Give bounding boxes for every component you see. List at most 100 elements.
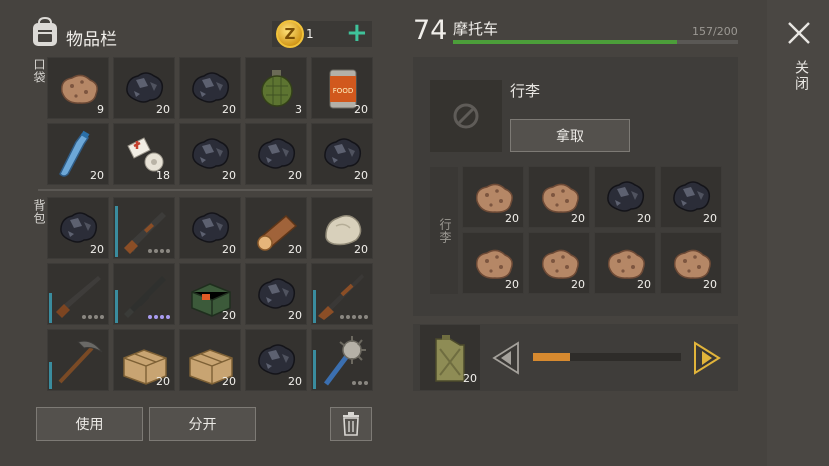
pocket-slot[interactable]: 20 [245,123,307,185]
item-count: 20 [156,103,170,116]
upgrade-dots [148,249,170,253]
pocket-slot[interactable]: 20 [179,123,241,185]
pocket-slot[interactable]: 3 [245,57,307,119]
item-count: 20 [288,243,302,256]
durability-bar [49,362,52,389]
pocket-slot[interactable]: FOOD 20 [311,57,373,119]
pocket-slot[interactable]: 20 [113,57,175,119]
backpack-slot[interactable] [47,329,109,391]
backpack-slot[interactable]: 20 [311,197,373,259]
item-count: 20 [703,278,717,291]
close-label[interactable]: 关闭 [791,60,811,92]
increase-arrow-button[interactable] [691,341,721,375]
luggage-slot[interactable]: 20 [594,166,656,228]
item-count: 20 [222,103,236,116]
backpack-slot[interactable]: 20 [245,263,307,325]
item-count: 20 [288,169,302,182]
item-count: 9 [97,103,104,116]
backpack-icon [33,16,57,46]
item-count: 20 [222,309,236,322]
section-divider [38,189,372,191]
vehicle-health-bar [453,40,738,44]
add-coins-button[interactable]: + [346,20,368,46]
item-count: 20 [354,243,368,256]
pickaxe-icon [58,340,103,384]
decrease-arrow-button[interactable] [492,341,522,375]
vehicle-health-fill [453,40,677,44]
luggage-slot[interactable]: 20 [528,166,590,228]
pocket-slot[interactable]: 20 [311,123,373,185]
item-count: 20 [288,309,302,322]
item-count: 20 [505,212,519,225]
backpack-slot[interactable]: 20 [47,197,109,259]
upgrade-dots [340,315,368,319]
luggage-slot[interactable]: 20 [462,232,524,294]
item-count: 20 [637,212,651,225]
luggage-slot[interactable]: 20 [660,166,722,228]
item-count: 20 [90,243,104,256]
pocket-slot[interactable]: 9 [47,57,109,119]
split-button[interactable]: 分开 [149,407,256,441]
durability-bar [115,206,118,257]
item-count: 20 [703,212,717,225]
item-count: 20 [156,375,170,388]
backpack-slot[interactable]: 20 [179,263,241,325]
vehicle-number: 74 [413,15,448,46]
vehicle-name: 摩托车 [453,20,499,38]
upgrade-dots [148,315,170,319]
item-count: 20 [90,169,104,182]
backpack-slot[interactable]: 20 [179,329,241,391]
luggage-slot[interactable]: 20 [660,232,722,294]
item-count: 20 [571,278,585,291]
durability-bar [313,290,316,323]
luggage-slot[interactable]: 20 [462,166,524,228]
pocket-slot[interactable]: 20 [179,57,241,119]
item-count: 20 [354,103,368,116]
fuel-slider[interactable] [533,353,681,361]
take-button[interactable]: 拿取 [510,119,630,152]
pocket-label: 口袋 [32,58,46,84]
empty-equipment-slot[interactable] [430,80,502,152]
item-count: 20 [505,278,519,291]
backpack-slot[interactable]: 20 [113,329,175,391]
pocket-slot[interactable]: 18 [113,123,175,185]
item-count: 20 [222,169,236,182]
item-count: 20 [571,212,585,225]
svg-text:FOOD: FOOD [333,87,353,95]
upgrade-dots [82,315,104,319]
luggage-slot[interactable]: 20 [528,232,590,294]
fuel-slider-fill [533,353,570,361]
close-icon[interactable] [786,20,812,46]
durability-bar [49,293,52,323]
backpack-slot[interactable]: 20 [245,329,307,391]
luggage-slot[interactable]: 20 [594,232,656,294]
trash-button[interactable] [330,407,372,441]
item-count: 20 [354,169,368,182]
item-count: 20 [222,243,236,256]
backpack-slot[interactable] [311,263,373,325]
no-entry-icon [453,103,479,129]
item-count: 3 [295,103,302,116]
backpack-slot[interactable] [47,263,109,325]
durability-bar [313,350,316,389]
vehicle-capacity: 157/200 [692,25,738,38]
coin-icon: Z [276,20,304,48]
item-count: 20 [637,278,651,291]
inventory-title: 物品栏 [66,30,117,50]
coin-count: 1 [306,27,314,41]
item-count: 20 [222,375,236,388]
item-count: 20 [288,375,302,388]
luggage-label: 行李 [438,218,452,244]
use-button[interactable]: 使用 [36,407,143,441]
backpack-slot[interactable]: 20 [179,197,241,259]
backpack-slot[interactable] [311,329,373,391]
upgrade-dots [352,381,368,385]
pocket-slot[interactable]: 20 [47,123,109,185]
backpack-slot[interactable] [113,263,175,325]
durability-bar [115,290,118,323]
item-count: 18 [156,169,170,182]
fuel-count: 20 [463,372,477,385]
backpack-slot[interactable]: 20 [245,197,307,259]
backpack-slot[interactable] [113,197,175,259]
trash-icon [343,412,359,436]
